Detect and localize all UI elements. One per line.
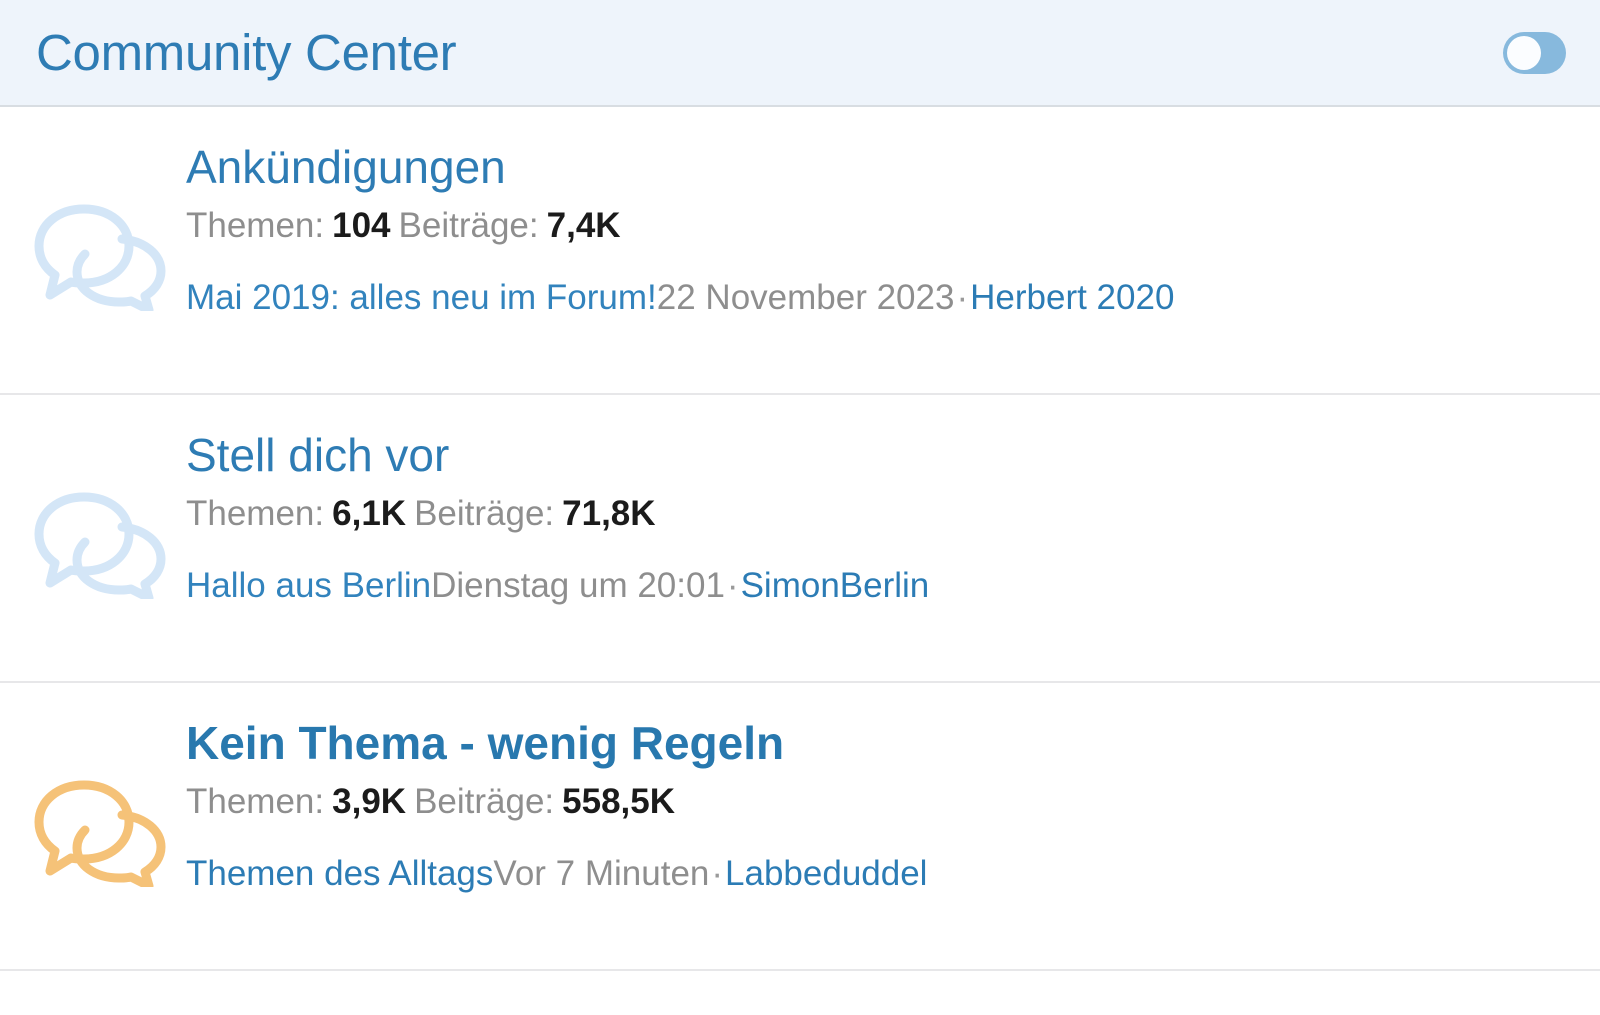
last-post-thread-link[interactable]: Themen des Alltags: [186, 854, 493, 893]
threads-label: Themen:: [186, 493, 325, 533]
forum-stats: Themen: 104 Beiträge: 7,4K: [186, 203, 1580, 249]
forum-row[interactable]: Stell dich vor Themen: 6,1K Beiträge: 71,8K…: [0, 395, 1600, 683]
threads-label: Themen:: [186, 205, 325, 245]
category-header: Community Center: [0, 0, 1600, 107]
last-post-timestamp: 22 November 2023: [656, 277, 955, 317]
messages-label: Beiträge:: [398, 205, 539, 245]
speech-bubbles-icon: [34, 204, 166, 311]
collapse-toggle[interactable]: [1503, 31, 1566, 74]
forum-icon-cell: [22, 429, 186, 599]
last-post-author-link[interactable]: SimonBerlin: [741, 566, 930, 605]
forum-body: Stell dich vor Themen: 6,1K Beiträge: 71,8K…: [186, 429, 1580, 607]
forum-title-link[interactable]: Stell dich vor: [186, 430, 1580, 481]
forum-title-link[interactable]: Ankündigungen: [186, 142, 1580, 193]
last-post-line: Themen des AlltagsVor 7 Minuten·Labbedud…: [186, 853, 1580, 895]
threads-value: 104: [332, 205, 391, 245]
messages-label: Beiträge:: [414, 781, 555, 821]
forum-row[interactable]: Ankündigungen Themen: 104 Beiträge: 7,4K Ma…: [0, 107, 1600, 395]
messages-value: 7,4K: [546, 205, 621, 245]
forum-page: Community Center Ankündigungen Themen: 10…: [0, 0, 1600, 1015]
last-post-line: Hallo aus BerlinDienstag um 20:01·SimonB…: [186, 565, 1580, 607]
messages-value: 71,8K: [562, 493, 656, 533]
messages-label: Beiträge:: [414, 493, 555, 533]
page-title: Community Center: [36, 24, 457, 81]
last-post-author-link[interactable]: Herbert 2020: [970, 278, 1174, 317]
forum-icon-cell: [22, 717, 186, 887]
messages-value: 558,5K: [562, 781, 676, 821]
threads-value: 6,1K: [332, 493, 407, 533]
last-post-line: Mai 2019: alles neu im Forum!22 November…: [186, 277, 1580, 319]
last-post-separator: ·: [711, 853, 724, 893]
last-post-thread-link[interactable]: Mai 2019: alles neu im Forum!: [186, 278, 657, 317]
toggle-knob: [1507, 35, 1541, 70]
speech-bubbles-icon: [34, 780, 166, 887]
forum-stats: Themen: 6,1K Beiträge: 71,8K: [186, 491, 1580, 537]
forum-title-link[interactable]: Kein Thema - wenig Regeln: [186, 718, 1580, 769]
last-post-separator: ·: [956, 277, 969, 317]
threads-value: 3,9K: [332, 781, 407, 821]
forum-icon-cell: [22, 141, 186, 311]
forum-list: Ankündigungen Themen: 104 Beiträge: 7,4K Ma…: [0, 107, 1600, 971]
forum-row[interactable]: Kein Thema - wenig Regeln Themen: 3,9K Bei…: [0, 683, 1600, 971]
forum-body: Kein Thema - wenig Regeln Themen: 3,9K Bei…: [186, 717, 1580, 895]
threads-label: Themen:: [186, 781, 325, 821]
forum-stats: Themen: 3,9K Beiträge: 558,5K: [186, 779, 1580, 825]
forum-body: Ankündigungen Themen: 104 Beiträge: 7,4K Ma…: [186, 141, 1580, 319]
last-post-author-link[interactable]: Labbeduddel: [725, 854, 927, 893]
last-post-thread-link[interactable]: Hallo aus Berlin: [186, 566, 431, 605]
speech-bubbles-icon: [34, 492, 166, 599]
last-post-separator: ·: [726, 565, 739, 605]
last-post-timestamp: Dienstag um 20:01: [431, 565, 725, 605]
last-post-timestamp: Vor 7 Minuten: [493, 853, 710, 893]
